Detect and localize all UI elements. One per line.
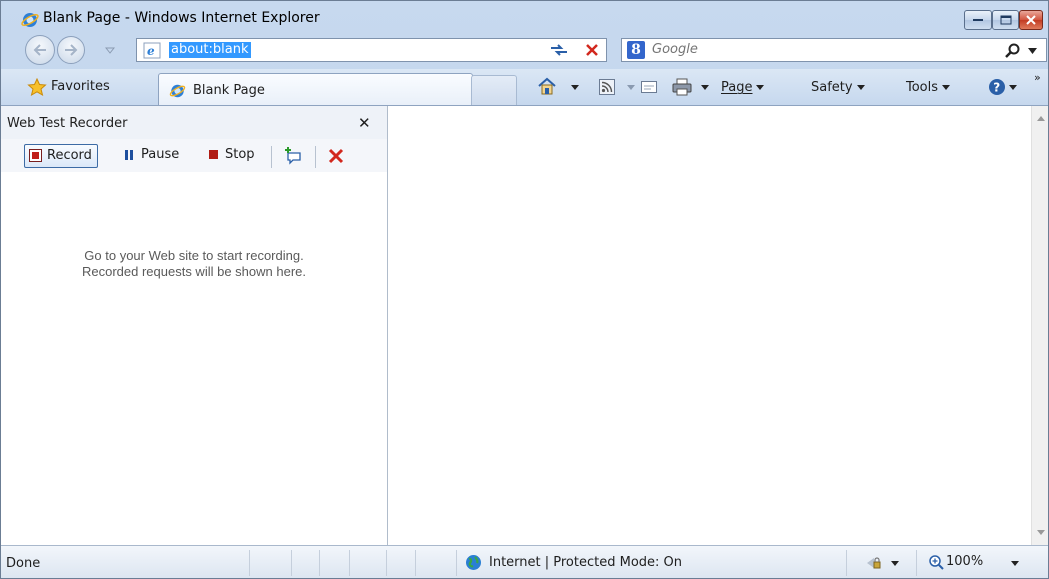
safety-menu[interactable]: Safety — [811, 80, 865, 95]
maximize-button[interactable] — [992, 10, 1019, 30]
pause-label: Pause — [141, 147, 180, 162]
address-input[interactable]: about:blank — [169, 42, 251, 58]
scroll-down-arrow-icon[interactable] — [1037, 530, 1045, 535]
status-divider — [846, 550, 847, 576]
ie-logo-icon — [21, 13, 39, 27]
feeds-icon[interactable] — [599, 79, 615, 95]
toolbar-separator — [271, 146, 272, 168]
title-bar: Blank Page - Windows Internet Explorer — [1, 1, 1048, 33]
help-icon[interactable]: ? — [988, 78, 1006, 96]
print-dropdown[interactable] — [697, 80, 709, 95]
google-icon: 8 — [627, 41, 645, 59]
search-options-dropdown-icon[interactable] — [1028, 48, 1037, 54]
status-divider — [319, 550, 320, 576]
minimize-icon — [973, 19, 983, 21]
pause-button[interactable]: Pause — [123, 144, 179, 168]
forward-button[interactable] — [57, 36, 85, 64]
scroll-up-arrow-icon[interactable] — [1037, 116, 1045, 121]
feeds-dropdown[interactable] — [623, 80, 635, 95]
add-comment-icon[interactable] — [284, 146, 304, 166]
message-line-2: Recorded requests will be shown here. — [81, 264, 306, 279]
tools-menu[interactable]: Tools — [906, 80, 951, 95]
refresh-icon[interactable] — [549, 42, 569, 58]
search-box[interactable]: 8 — [621, 38, 1047, 62]
record-icon — [29, 149, 42, 162]
tab-blank-page[interactable]: Blank Page — [158, 73, 473, 105]
status-divider — [456, 550, 457, 576]
minimize-button[interactable] — [964, 10, 992, 30]
status-text: Done — [6, 556, 41, 571]
lock-dropdown[interactable] — [891, 561, 899, 566]
close-window-button[interactable] — [1019, 10, 1043, 30]
favorites-star-icon — [27, 78, 47, 96]
internet-globe-icon — [466, 555, 481, 570]
panel-close-icon[interactable]: ✕ — [358, 114, 371, 132]
toolbar-overflow-chevron-icon[interactable]: » — [1034, 71, 1041, 84]
panel-title: Web Test Recorder — [7, 116, 128, 131]
safety-menu-label: Safety — [811, 80, 853, 95]
zoom-dropdown[interactable] — [1011, 561, 1019, 566]
status-divider — [291, 550, 292, 576]
search-input[interactable] — [652, 42, 952, 57]
security-zone-text[interactable]: Internet | Protected Mode: On — [489, 555, 682, 570]
stop-button[interactable]: Stop — [207, 144, 255, 168]
pause-icon — [125, 150, 128, 160]
stop-square-icon — [209, 150, 218, 159]
search-icon[interactable] — [1005, 43, 1021, 59]
status-divider — [415, 550, 416, 576]
print-icon[interactable] — [672, 78, 692, 96]
new-tab-button[interactable] — [471, 75, 517, 105]
delete-icon[interactable] — [327, 147, 345, 165]
web-test-recorder-panel: Web Test Recorder ✕ Record Pause Stop Go… — [1, 106, 388, 546]
page-icon: e — [143, 42, 161, 59]
status-divider — [386, 550, 387, 576]
protected-mode-lock-icon[interactable] — [866, 555, 882, 571]
favorites-button[interactable]: Favorites — [27, 76, 110, 98]
stop-icon[interactable] — [584, 42, 600, 58]
status-divider — [916, 550, 917, 576]
svg-text:?: ? — [993, 81, 1000, 95]
page-menu[interactable]: Page — [721, 80, 765, 95]
back-button[interactable] — [25, 35, 55, 65]
status-divider — [249, 550, 250, 576]
back-arrow-icon — [33, 44, 46, 56]
status-divider — [349, 550, 350, 576]
recorder-toolbar: Record Pause Stop — [1, 139, 387, 172]
help-dropdown[interactable] — [1005, 80, 1017, 95]
record-button[interactable]: Record — [24, 144, 98, 168]
zoom-level[interactable]: 100% — [946, 554, 983, 569]
status-bar: Done Internet | Protected Mode: On 100% — [1, 545, 1048, 578]
maximize-icon — [1000, 15, 1011, 25]
window-title: Blank Page - Windows Internet Explorer — [43, 10, 320, 26]
ie-logo-icon — [169, 84, 186, 98]
message-line-1: Go to your Web site to start recording. — [84, 248, 304, 263]
toolbar-separator — [315, 146, 316, 168]
tools-menu-label: Tools — [906, 80, 939, 95]
empty-recording-message: Go to your Web site to start recording. … — [1, 248, 387, 280]
content-area: Web Test Recorder ✕ Record Pause Stop Go… — [1, 105, 1048, 546]
record-label: Record — [47, 148, 92, 163]
panel-header: Web Test Recorder ✕ — [1, 106, 387, 139]
home-dropdown[interactable] — [567, 80, 579, 95]
read-mail-icon[interactable] — [641, 80, 657, 94]
tab-label: Blank Page — [193, 83, 265, 98]
favorites-label: Favorites — [51, 79, 110, 94]
home-icon[interactable] — [537, 77, 557, 95]
address-bar[interactable]: e about:blank — [136, 38, 670, 62]
close-icon — [1026, 15, 1036, 25]
svg-text:e: e — [147, 44, 155, 58]
forward-arrow-icon — [65, 44, 78, 56]
vertical-scrollbar[interactable] — [1031, 106, 1048, 546]
recent-pages-dropdown-icon[interactable] — [105, 45, 115, 55]
stop-label: Stop — [225, 147, 255, 162]
command-bar: Favorites Blank Page Page Safety Tools ?… — [1, 69, 1048, 105]
browser-window: Blank Page - Windows Internet Explorer e… — [0, 0, 1049, 579]
zoom-icon[interactable] — [929, 555, 944, 570]
navigation-bar: e about:blank 8 — [1, 33, 1048, 69]
page-menu-label: Page — [721, 80, 753, 95]
